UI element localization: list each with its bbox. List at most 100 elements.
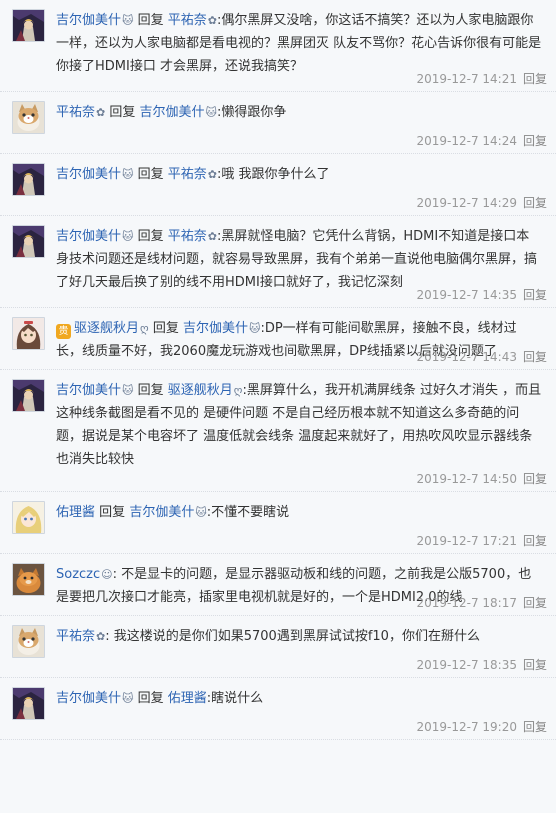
user-badge-icon: ღ [140, 322, 149, 335]
reply-target-link[interactable]: 吉尔伽美什 [140, 105, 205, 120]
avatar[interactable] [12, 625, 45, 658]
reply-content: 吉尔伽美什🐱 回复 驱逐舰秋月ღ:黑屏算什么，我开机满屏线条 过好久才消失 ，而… [56, 379, 542, 471]
reply-word: 回复 [152, 321, 179, 336]
author-link[interactable]: 吉尔伽美什 [56, 167, 121, 182]
reply-target-link[interactable]: 吉尔伽美什 [183, 321, 248, 336]
user-badge-icon: 🐱 [248, 322, 261, 335]
author-link[interactable]: 佑理酱 [56, 505, 95, 520]
reply-button[interactable]: 回复 [523, 196, 547, 210]
reply-item: 吉尔伽美什🐱 回复 平祐奈✿:哦 我跟你争什么了 2019-12-7 14:29 回… [0, 154, 556, 216]
avatar[interactable] [12, 101, 45, 134]
timestamp: 2019-12-7 17:21 [416, 534, 517, 548]
timestamp: 2019-12-7 18:35 [416, 658, 517, 672]
reply-content: 吉尔伽美什🐱 回复 平祐奈✿:偶尔黑屏又没啥，你这话不搞笑？还以为人家电脑跟你一… [56, 9, 542, 78]
user-badge-icon: ✿ [96, 630, 106, 643]
reply-meta: 2019-12-7 17:21 回复 [416, 533, 547, 549]
vip-badge-icon: 贵 [56, 324, 71, 339]
user-badge-icon: 🐱 [122, 168, 134, 181]
reply-text: :懒得跟你争 [217, 105, 287, 120]
reply-content: 吉尔伽美什🐱 回复 佑理酱:瞎说什么 [56, 687, 542, 710]
reply-text: : 我这楼说的是你们如果5700遇到黑屏试试按f10，你们在掰什么 [105, 629, 480, 644]
avatar[interactable] [12, 379, 45, 412]
user-badge-icon: 🐱 [195, 506, 207, 519]
reply-target-link[interactable]: 平祐奈 [168, 229, 207, 244]
author-link[interactable]: 吉尔伽美什 [56, 383, 121, 398]
timestamp: 2019-12-7 19:20 [416, 720, 517, 734]
reply-meta: 2019-12-7 14:43 回复 [416, 349, 547, 365]
avatar[interactable] [12, 9, 45, 42]
reply-target-link[interactable]: 佑理酱 [168, 691, 207, 706]
reply-item: 吉尔伽美什🐱 回复 佑理酱:瞎说什么 2019-12-7 19:20 回复 [0, 678, 556, 740]
reply-button[interactable]: 回复 [523, 72, 547, 86]
reply-target-link[interactable]: 驱逐舰秋月 [168, 383, 233, 398]
reply-item: 佑理酱 回复 吉尔伽美什🐱:不懂不要瞎说 2019-12-7 17:21 回复 [0, 492, 556, 554]
reply-word: 回复 [137, 691, 164, 706]
user-badge-icon: ✿ [207, 168, 218, 181]
reply-content: 吉尔伽美什🐱 回复 平祐奈✿:黑屏就怪电脑？它凭什么背锅，HDMI不知道是接口本… [56, 225, 542, 294]
reply-content: 平祐奈✿: 我这楼说的是你们如果5700遇到黑屏试试按f10，你们在掰什么 [56, 625, 542, 648]
author-link[interactable]: 平祐奈 [56, 105, 95, 120]
avatar[interactable] [12, 687, 45, 720]
reply-button[interactable]: 回复 [523, 288, 547, 302]
reply-content: 吉尔伽美什🐱 回复 平祐奈✿:哦 我跟你争什么了 [56, 163, 542, 186]
timestamp: 2019-12-7 14:35 [416, 288, 517, 302]
reply-button[interactable]: 回复 [523, 472, 547, 486]
reply-button[interactable]: 回复 [523, 350, 547, 364]
reply-button[interactable]: 回复 [523, 658, 547, 672]
avatar[interactable] [12, 563, 45, 596]
reply-meta: 2019-12-7 18:17 回复 [416, 595, 547, 611]
avatar[interactable] [12, 317, 45, 350]
reply-meta: 2019-12-7 14:21 回复 [416, 71, 547, 87]
reply-target-link[interactable]: 平祐奈 [168, 13, 207, 28]
reply-text: :瞎说什么 [206, 691, 264, 706]
reply-meta: 2019-12-7 14:35 回复 [416, 287, 547, 303]
reply-item: 平祐奈✿: 我这楼说的是你们如果5700遇到黑屏试试按f10，你们在掰什么 201… [0, 616, 556, 678]
user-badge-icon: 🐱 [122, 230, 134, 243]
timestamp: 2019-12-7 14:29 [416, 196, 517, 210]
reply-meta: 2019-12-7 14:29 回复 [416, 195, 547, 211]
reply-text: :不懂不要瞎说 [206, 505, 290, 520]
timestamp: 2019-12-7 14:21 [416, 72, 517, 86]
avatar[interactable] [12, 501, 45, 534]
reply-text: :哦 我跟你争什么了 [217, 167, 330, 182]
reply-word: 回复 [99, 505, 126, 520]
timestamp: 2019-12-7 14:24 [416, 134, 517, 148]
avatar[interactable] [12, 225, 45, 258]
reply-item: 吉尔伽美什🐱 回复 平祐奈✿:偶尔黑屏又没啥，你这话不搞笑？还以为人家电脑跟你一… [0, 0, 556, 92]
reply-button[interactable]: 回复 [523, 720, 547, 734]
reply-meta: 2019-12-7 19:20 回复 [416, 719, 547, 735]
reply-word: 回复 [137, 383, 164, 398]
avatar[interactable] [12, 163, 45, 196]
reply-meta: 2019-12-7 18:35 回复 [416, 657, 547, 673]
reply-item: 平祐奈✿ 回复 吉尔伽美什🐱:懒得跟你争 2019-12-7 14:24 回复 [0, 92, 556, 154]
reply-button[interactable]: 回复 [523, 134, 547, 148]
author-link[interactable]: 驱逐舰秋月 [74, 321, 139, 336]
reply-target-link[interactable]: 吉尔伽美什 [129, 505, 194, 520]
reply-target-link[interactable]: 平祐奈 [168, 167, 207, 182]
author-link[interactable]: 平祐奈 [56, 629, 95, 644]
reply-item: 吉尔伽美什🐱 回复 平祐奈✿:黑屏就怪电脑？它凭什么背锅，HDMI不知道是接口本… [0, 216, 556, 308]
reply-list: 吉尔伽美什🐱 回复 平祐奈✿:偶尔黑屏又没啥，你这话不搞笑？还以为人家电脑跟你一… [0, 0, 556, 740]
user-badge-icon: 🐱 [205, 106, 218, 119]
author-link[interactable]: 吉尔伽美什 [56, 229, 121, 244]
reply-item: 贵驱逐舰秋月ღ 回复 吉尔伽美什🐱:DP一样有可能间歇黑屏，接触不良，线材过长，… [0, 308, 556, 370]
reply-content: 佑理酱 回复 吉尔伽美什🐱:不懂不要瞎说 [56, 501, 542, 524]
reply-content: 平祐奈✿ 回复 吉尔伽美什🐱:懒得跟你争 [56, 101, 542, 124]
timestamp: 2019-12-7 14:43 [416, 350, 517, 364]
reply-meta: 2019-12-7 14:50 回复 [416, 471, 547, 487]
user-badge-icon: 🐱 [122, 14, 134, 27]
reply-word: 回复 [109, 105, 136, 120]
user-badge-icon: ☺ [101, 568, 113, 581]
reply-button[interactable]: 回复 [523, 596, 547, 610]
reply-word: 回复 [137, 167, 164, 182]
reply-meta: 2019-12-7 14:24 回复 [416, 133, 547, 149]
reply-item: 吉尔伽美什🐱 回复 驱逐舰秋月ღ:黑屏算什么，我开机满屏线条 过好久才消失 ，而… [0, 370, 556, 492]
user-badge-icon: ✿ [207, 14, 218, 27]
reply-word: 回复 [137, 13, 164, 28]
user-badge-icon: 🐱 [122, 692, 134, 705]
author-link[interactable]: Sozczc [56, 567, 100, 582]
author-link[interactable]: 吉尔伽美什 [56, 13, 121, 28]
timestamp: 2019-12-7 14:50 [416, 472, 517, 486]
reply-button[interactable]: 回复 [523, 534, 547, 548]
author-link[interactable]: 吉尔伽美什 [56, 691, 121, 706]
